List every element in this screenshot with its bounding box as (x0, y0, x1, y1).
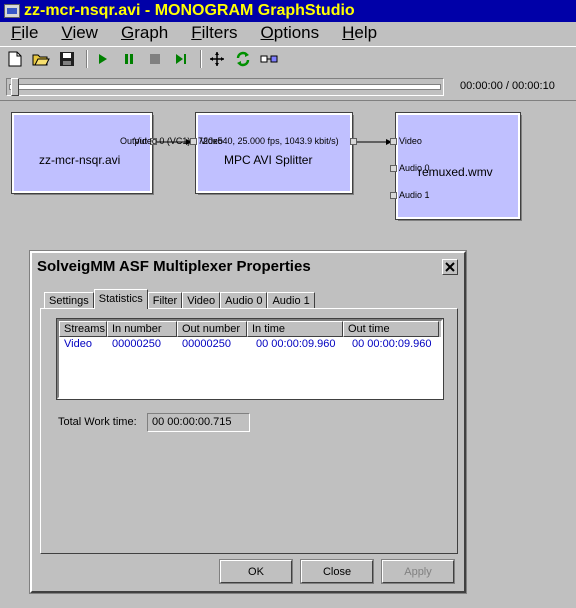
cell-out-time: 00 00:00:09.960 (352, 338, 432, 350)
menu-help-label: Help (342, 23, 378, 42)
table-row[interactable]: Video 00000250 00000250 00 00:00:09.960 … (59, 337, 441, 352)
toolbar (0, 46, 576, 70)
seek-groove (9, 84, 441, 90)
work-time-label: Total Work time: (58, 416, 137, 428)
tab-statistics[interactable]: Statistics (93, 289, 148, 309)
ok-button[interactable]: OK (219, 559, 293, 584)
seek-thumb[interactable] (11, 78, 19, 96)
col-streams[interactable]: Streams (59, 321, 107, 337)
toolbar-separator (200, 49, 202, 68)
pin-label-splitter-input: Video 0 (VC1) (134, 136, 191, 146)
save-icon[interactable] (56, 48, 78, 70)
menu-file[interactable]: File (0, 22, 50, 44)
col-out-number[interactable]: Out number (177, 321, 247, 337)
new-icon[interactable] (4, 48, 26, 70)
step-icon[interactable] (170, 48, 192, 70)
tab-filter[interactable]: Filter (147, 292, 183, 309)
connect-icon[interactable] (258, 48, 280, 70)
menu-bar: File View Graph Filters Options Help (0, 22, 576, 44)
pin-output-video[interactable] (390, 138, 397, 145)
tab-video[interactable]: Video (182, 292, 221, 309)
close-button[interactable]: Close (300, 559, 374, 584)
pin-label-output-video: Video (399, 136, 422, 146)
menu-file-label: File (11, 23, 39, 42)
dialog-close-button[interactable] (442, 259, 458, 275)
time-display: 00:00:00 / 00:00:10 (460, 80, 555, 92)
tab-settings[interactable]: Settings (44, 292, 94, 309)
col-out-time[interactable]: Out time (343, 321, 439, 337)
connections (152, 139, 393, 145)
apply-button[interactable]: Apply (381, 559, 455, 584)
pin-label-output-audio1: Audio 1 (399, 190, 430, 200)
menu-graph[interactable]: Graph (110, 22, 180, 44)
menu-view-label: View (61, 23, 98, 42)
pin-splitter-output[interactable] (350, 138, 357, 145)
cell-in-time: 00 00:00:09.960 (256, 338, 336, 350)
tab-strip: Settings Statistics Filter Video Audio 0… (44, 289, 315, 309)
menu-help[interactable]: Help (331, 22, 389, 44)
pin-output-audio0[interactable] (390, 165, 397, 172)
menu-filters[interactable]: Filters (180, 22, 249, 44)
open-icon[interactable] (30, 48, 52, 70)
menu-filters-label: Filters (191, 23, 238, 42)
stream-list[interactable]: Streams In number Out number In time Out… (56, 318, 444, 400)
menu-graph-label: Graph (120, 23, 169, 42)
pin-label-output-audio0: Audio 0 (399, 163, 430, 173)
cell-out-number: 00000250 (182, 338, 231, 350)
dialog-title: SolveigMM ASF Multiplexer Properties (37, 257, 311, 275)
pin-output-audio1[interactable] (390, 192, 397, 199)
layout-icon[interactable] (206, 48, 228, 70)
menu-options-label: Options (260, 23, 320, 42)
statistics-panel: Streams In number Out number In time Out… (40, 308, 458, 554)
pin-label-splitter-output: Video (200, 136, 223, 146)
col-in-number[interactable]: In number (107, 321, 177, 337)
play-icon[interactable] (92, 48, 114, 70)
pause-icon[interactable] (118, 48, 140, 70)
menu-options[interactable]: Options (250, 22, 332, 44)
stop-icon[interactable] (144, 48, 166, 70)
col-in-time[interactable]: In time (247, 321, 343, 337)
menu-view[interactable]: View (50, 22, 110, 44)
properties-dialog: SolveigMM ASF Multiplexer Properties Set… (29, 250, 467, 594)
cell-stream: Video (64, 338, 92, 350)
work-time-field: 00 00:00:00.715 (147, 413, 250, 432)
pin-splitter-input[interactable] (190, 138, 197, 145)
list-header: Streams In number Out number In time Out… (59, 321, 441, 337)
tab-audio0[interactable]: Audio 0 (220, 292, 268, 309)
seek-bar[interactable] (6, 78, 444, 96)
cell-in-number: 00000250 (112, 338, 161, 350)
window-title: zz-mcr-nsqr.avi - MONOGRAM GraphStudio (24, 2, 355, 19)
main-title-bar: zz-mcr-nsqr.avi - MONOGRAM GraphStudio (0, 0, 576, 22)
close-icon (445, 262, 455, 272)
app-icon (4, 4, 20, 18)
tab-audio1[interactable]: Audio 1 (267, 292, 315, 309)
toolbar-separator (86, 49, 88, 68)
refresh-icon[interactable] (232, 48, 254, 70)
dialog-title-bar[interactable]: SolveigMM ASF Multiplexer Properties (34, 255, 462, 277)
